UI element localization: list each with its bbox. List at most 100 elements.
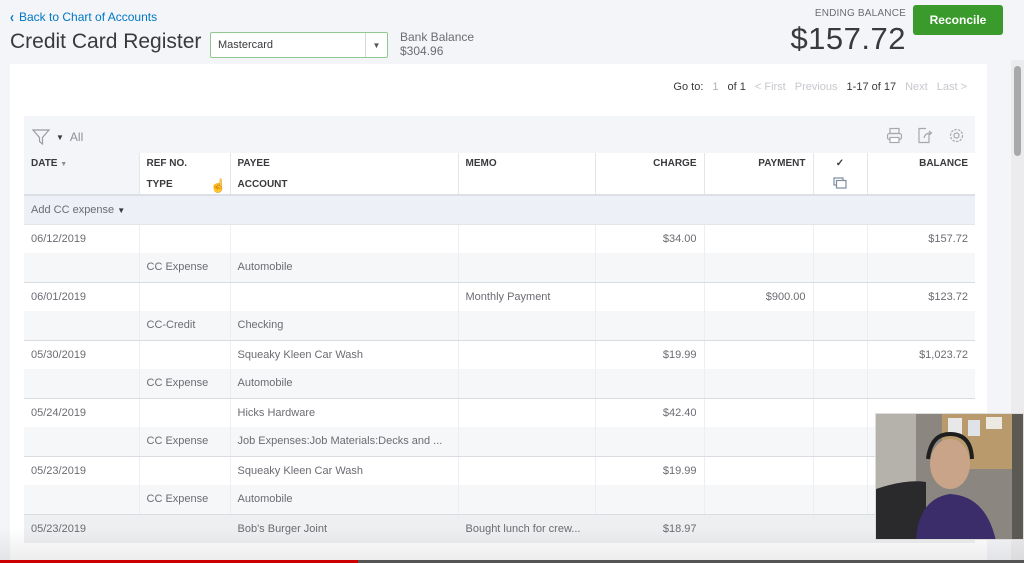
- memo-cell[interactable]: [458, 224, 596, 253]
- account-select[interactable]: Mastercard ▼: [210, 32, 388, 58]
- reconciled-cell[interactable]: [813, 224, 868, 253]
- column-header-account[interactable]: ACCOUNT: [230, 174, 459, 196]
- transaction-row[interactable]: 05/30/2019 Squeaky Kleen Car Wash $19.99 $1…: [24, 340, 975, 369]
- memo-cell[interactable]: [458, 456, 596, 485]
- date-cell[interactable]: 05/30/2019: [24, 340, 140, 369]
- reconciled-cell[interactable]: [813, 456, 868, 485]
- reconciled-cell[interactable]: [813, 340, 868, 369]
- memo-cell[interactable]: Bought lunch for crew...: [458, 514, 596, 543]
- charge-cell[interactable]: $19.99: [595, 340, 705, 369]
- charge-cell[interactable]: $34.00: [595, 224, 705, 253]
- date-cell[interactable]: 05/24/2019: [24, 398, 140, 427]
- ref-no-cell[interactable]: [139, 282, 231, 311]
- add-cc-expense-dropdown[interactable]: Add CC expense ▼: [24, 195, 975, 225]
- ref-no-cell[interactable]: [139, 224, 231, 253]
- back-to-chart-of-accounts-link[interactable]: ‹ Back to Chart of Accounts: [10, 9, 157, 26]
- column-header-date[interactable]: DATE ▼: [24, 153, 140, 174]
- column-header-ref-no[interactable]: REF NO.: [139, 153, 231, 174]
- register-table: DATE ▼ REF NO. PAYEE MEMO CHARGE PAYMENT…: [24, 153, 975, 543]
- type-cell[interactable]: CC Expense: [139, 427, 231, 457]
- reconcile-button[interactable]: Reconcile: [913, 5, 1003, 35]
- ref-no-cell[interactable]: [139, 398, 231, 427]
- chevron-down-icon[interactable]: ▼: [365, 33, 387, 57]
- payee-cell[interactable]: [230, 224, 459, 253]
- column-header-charge[interactable]: CHARGE: [595, 153, 705, 174]
- column-header-payee[interactable]: PAYEE: [230, 153, 459, 174]
- balance-cell[interactable]: $123.72: [867, 282, 975, 311]
- tool-icons: [886, 127, 965, 144]
- payment-cell[interactable]: [704, 456, 814, 485]
- payment-cell[interactable]: [704, 398, 814, 427]
- date-cell[interactable]: 06/12/2019: [24, 224, 140, 253]
- last-page-link[interactable]: Last >: [937, 81, 967, 93]
- account-cell[interactable]: Job Expenses:Job Materials:Decks and ...: [230, 427, 459, 457]
- memo-cell[interactable]: Monthly Payment: [458, 282, 596, 311]
- balance-cell[interactable]: $1,023.72: [867, 340, 975, 369]
- payment-cell[interactable]: [704, 514, 814, 543]
- empty-cell: [595, 485, 705, 515]
- type-cell[interactable]: CC-Credit: [139, 311, 231, 341]
- transaction-row-detail[interactable]: CC-Credit Checking: [24, 311, 975, 341]
- transaction-row[interactable]: 06/12/2019 $34.00 $157.72: [24, 224, 975, 253]
- previous-page-link[interactable]: Previous: [795, 81, 838, 93]
- payee-cell[interactable]: [230, 282, 459, 311]
- empty-cell: [595, 427, 705, 457]
- transaction-row[interactable]: 05/23/2019 Squeaky Kleen Car Wash $19.99: [24, 456, 975, 485]
- goto-page-input[interactable]: 1: [712, 81, 718, 93]
- transaction-row-detail[interactable]: CC Expense Automobile: [24, 485, 975, 515]
- reconciled-cell[interactable]: [813, 282, 868, 311]
- first-page-link[interactable]: < First: [755, 81, 786, 93]
- charge-cell[interactable]: $42.40: [595, 398, 705, 427]
- balance-cell[interactable]: $157.72: [867, 224, 975, 253]
- charge-cell[interactable]: $18.97: [595, 514, 705, 543]
- transaction-row-detail[interactable]: CC Expense Job Expenses:Job Materials:Dec…: [24, 427, 975, 457]
- memo-cell[interactable]: [458, 340, 596, 369]
- ref-no-cell[interactable]: [139, 514, 231, 543]
- print-icon[interactable]: [886, 127, 903, 144]
- account-cell[interactable]: Checking: [230, 311, 459, 341]
- account-cell[interactable]: Automobile: [230, 369, 459, 399]
- type-cell[interactable]: CC Expense: [139, 253, 231, 283]
- payee-cell[interactable]: Hicks Hardware: [230, 398, 459, 427]
- bank-balance-label: Bank Balance: [400, 30, 475, 44]
- transaction-row[interactable]: 05/24/2019 Hicks Hardware $42.40: [24, 398, 975, 427]
- empty-cell: [813, 427, 868, 457]
- charge-cell[interactable]: [595, 282, 705, 311]
- memo-cell[interactable]: [458, 398, 596, 427]
- next-page-link[interactable]: Next: [905, 81, 928, 93]
- transaction-row-detail[interactable]: CC Expense Automobile: [24, 253, 975, 283]
- sort-caret-icon: ▼: [60, 161, 68, 168]
- empty-cell: [813, 369, 868, 399]
- filter-dropdown[interactable]: ▼ All: [32, 128, 83, 146]
- type-cell[interactable]: CC Expense: [139, 485, 231, 515]
- payee-cell[interactable]: Bob's Burger Joint: [230, 514, 459, 543]
- type-cell[interactable]: CC Expense: [139, 369, 231, 399]
- ref-no-cell[interactable]: [139, 456, 231, 485]
- ref-no-cell[interactable]: [139, 340, 231, 369]
- export-icon[interactable]: [917, 127, 934, 144]
- payee-cell[interactable]: Squeaky Kleen Car Wash: [230, 340, 459, 369]
- transaction-row[interactable]: 06/01/2019 Monthly Payment $900.00 $123.72: [24, 282, 975, 311]
- column-header-balance[interactable]: BALANCE: [867, 153, 975, 174]
- column-header-reconciled[interactable]: ✓: [813, 153, 868, 174]
- transaction-row-detail[interactable]: CC Expense Automobile: [24, 369, 975, 399]
- date-cell[interactable]: 06/01/2019: [24, 282, 140, 311]
- ending-balance: ENDING BALANCE $157.72: [790, 8, 906, 57]
- payment-cell[interactable]: [704, 224, 814, 253]
- settings-gear-icon[interactable]: [948, 127, 965, 144]
- reconciled-cell[interactable]: [813, 514, 868, 543]
- column-header-payment[interactable]: PAYMENT: [704, 153, 814, 174]
- payment-cell[interactable]: [704, 340, 814, 369]
- account-cell[interactable]: Automobile: [230, 253, 459, 283]
- date-cell[interactable]: 05/23/2019: [24, 514, 140, 543]
- charge-cell[interactable]: $19.99: [595, 456, 705, 485]
- reconciled-cell[interactable]: [813, 398, 868, 427]
- date-cell[interactable]: 05/23/2019: [24, 456, 140, 485]
- column-header-memo[interactable]: MEMO: [458, 153, 596, 174]
- scrollbar-thumb[interactable]: [1014, 66, 1021, 156]
- payee-cell[interactable]: Squeaky Kleen Car Wash: [230, 456, 459, 485]
- account-cell[interactable]: Automobile: [230, 485, 459, 515]
- reconcile-toggle[interactable]: [813, 174, 868, 196]
- payment-cell[interactable]: $900.00: [704, 282, 814, 311]
- transaction-row[interactable]: 05/23/2019 Bob's Burger Joint Bought lunch…: [24, 514, 975, 543]
